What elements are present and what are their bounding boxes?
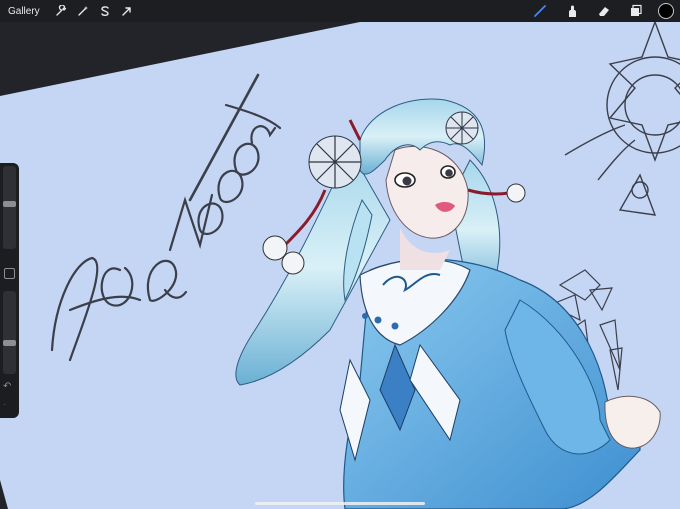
eraser-button[interactable] [588, 0, 620, 22]
smudge-icon [569, 5, 576, 17]
adjustments-button[interactable] [72, 0, 94, 22]
right-tools [524, 0, 680, 22]
opacity-slider[interactable] [3, 291, 16, 374]
color-picker-button[interactable] [658, 3, 674, 19]
actions-button[interactable] [50, 0, 72, 22]
brush-size-thumb[interactable] [3, 201, 16, 207]
drawing-canvas[interactable] [0, 22, 680, 509]
top-toolbar: Gallery [0, 0, 680, 22]
smudge-button[interactable] [556, 0, 588, 22]
artwork [0, 22, 680, 509]
selection-s-icon [100, 6, 109, 16]
brush-icon [534, 5, 546, 17]
home-indicator [255, 502, 425, 505]
transform-button[interactable] [116, 0, 138, 22]
opacity-thumb[interactable] [3, 340, 16, 346]
layers-button[interactable] [620, 0, 652, 22]
brush-button[interactable] [524, 0, 556, 22]
brush-size-slider[interactable] [3, 166, 16, 249]
arrow-cursor-icon [121, 7, 131, 16]
undo-icon[interactable]: ↶ [3, 381, 11, 392]
brush-sidebar: ↶ · [0, 163, 19, 418]
magic-wand-icon [77, 6, 88, 16]
selection-button[interactable] [94, 0, 116, 22]
wrench-icon [56, 5, 66, 16]
eraser-icon [599, 7, 609, 16]
redo-icon[interactable]: · [3, 399, 6, 410]
gallery-button[interactable]: Gallery [8, 6, 40, 17]
layers-icon [631, 4, 642, 16]
modify-button[interactable] [4, 268, 15, 279]
